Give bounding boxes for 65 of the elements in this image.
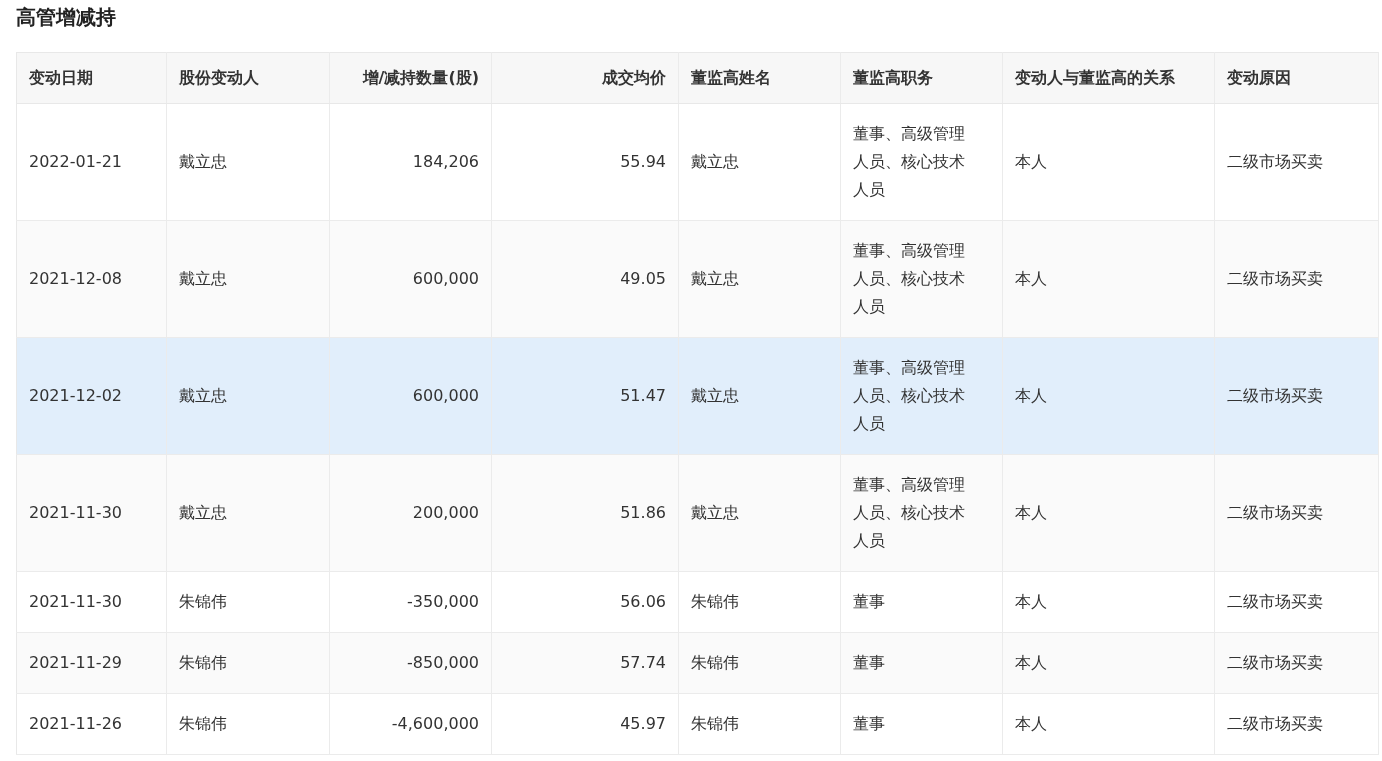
table-cell: 2022-01-21 <box>16 103 167 221</box>
table-cell: 55.94 <box>491 103 679 221</box>
table-cell: 2021-12-02 <box>16 337 167 455</box>
table-cell: 二级市场买卖 <box>1214 571 1379 633</box>
table-cell: 200,000 <box>329 454 492 572</box>
table-cell: 本人 <box>1002 693 1215 755</box>
table-cell: 董事、高级管理人员、核心技术人员 <box>840 454 1003 572</box>
table-cell: 56.06 <box>491 571 679 633</box>
column-header: 董监高职务 <box>840 52 1003 104</box>
table-cell: 57.74 <box>491 632 679 694</box>
table-cell: 戴立忠 <box>166 337 330 455</box>
table-cell: 51.86 <box>491 454 679 572</box>
table-cell: 戴立忠 <box>678 454 841 572</box>
table-cell: 朱锦伟 <box>678 571 841 633</box>
column-header: 股份变动人 <box>166 52 330 104</box>
table-cell: 戴立忠 <box>166 454 330 572</box>
table-cell: 600,000 <box>329 220 492 338</box>
table-cell: 本人 <box>1002 103 1215 221</box>
column-header: 董监高姓名 <box>678 52 841 104</box>
table-cell: 朱锦伟 <box>166 571 330 633</box>
table-cell: 朱锦伟 <box>678 693 841 755</box>
column-header: 成交均价 <box>491 52 679 104</box>
table-cell: 本人 <box>1002 632 1215 694</box>
table-cell: 董事 <box>840 693 1003 755</box>
table-cell: 戴立忠 <box>678 220 841 338</box>
table-cell: 戴立忠 <box>166 220 330 338</box>
table-cell: 184,206 <box>329 103 492 221</box>
table-cell: 45.97 <box>491 693 679 755</box>
table-cell: 2021-11-30 <box>16 571 167 633</box>
table-cell: -850,000 <box>329 632 492 694</box>
column-header: 变动原因 <box>1214 52 1379 104</box>
column-header: 增/减持数量(股) <box>329 52 492 104</box>
table-cell: 戴立忠 <box>678 337 841 455</box>
table-cell: 2021-11-26 <box>16 693 167 755</box>
table-cell: 2021-11-30 <box>16 454 167 572</box>
table-cell: 本人 <box>1002 454 1215 572</box>
table-cell: 二级市场买卖 <box>1214 220 1379 338</box>
table-cell: 2021-12-08 <box>16 220 167 338</box>
table-cell: 戴立忠 <box>678 103 841 221</box>
table-cell: 朱锦伟 <box>166 632 330 694</box>
section-title: 高管增减持 <box>16 4 117 31</box>
table-cell: 二级市场买卖 <box>1214 454 1379 572</box>
column-header: 变动人与董监高的关系 <box>1002 52 1215 104</box>
table-cell: 600,000 <box>329 337 492 455</box>
table-cell: 二级市场买卖 <box>1214 337 1379 455</box>
column-header: 变动日期 <box>16 52 167 104</box>
table-cell: 51.47 <box>491 337 679 455</box>
table-cell: 朱锦伟 <box>678 632 841 694</box>
table-cell: 朱锦伟 <box>166 693 330 755</box>
table-cell: 董事 <box>840 571 1003 633</box>
table-cell: 本人 <box>1002 220 1215 338</box>
table-cell: 董事、高级管理人员、核心技术人员 <box>840 220 1003 338</box>
table-cell: -4,600,000 <box>329 693 492 755</box>
table-cell: 二级市场买卖 <box>1214 632 1379 694</box>
table-cell: 本人 <box>1002 571 1215 633</box>
table-cell: 董事 <box>840 632 1003 694</box>
table-cell: 二级市场买卖 <box>1214 693 1379 755</box>
table-cell: 戴立忠 <box>166 103 330 221</box>
table-cell: 董事、高级管理人员、核心技术人员 <box>840 337 1003 455</box>
table-cell: 2021-11-29 <box>16 632 167 694</box>
table-cell: 董事、高级管理人员、核心技术人员 <box>840 103 1003 221</box>
table-cell: 二级市场买卖 <box>1214 103 1379 221</box>
table-cell: -350,000 <box>329 571 492 633</box>
table-cell: 本人 <box>1002 337 1215 455</box>
table-cell: 49.05 <box>491 220 679 338</box>
